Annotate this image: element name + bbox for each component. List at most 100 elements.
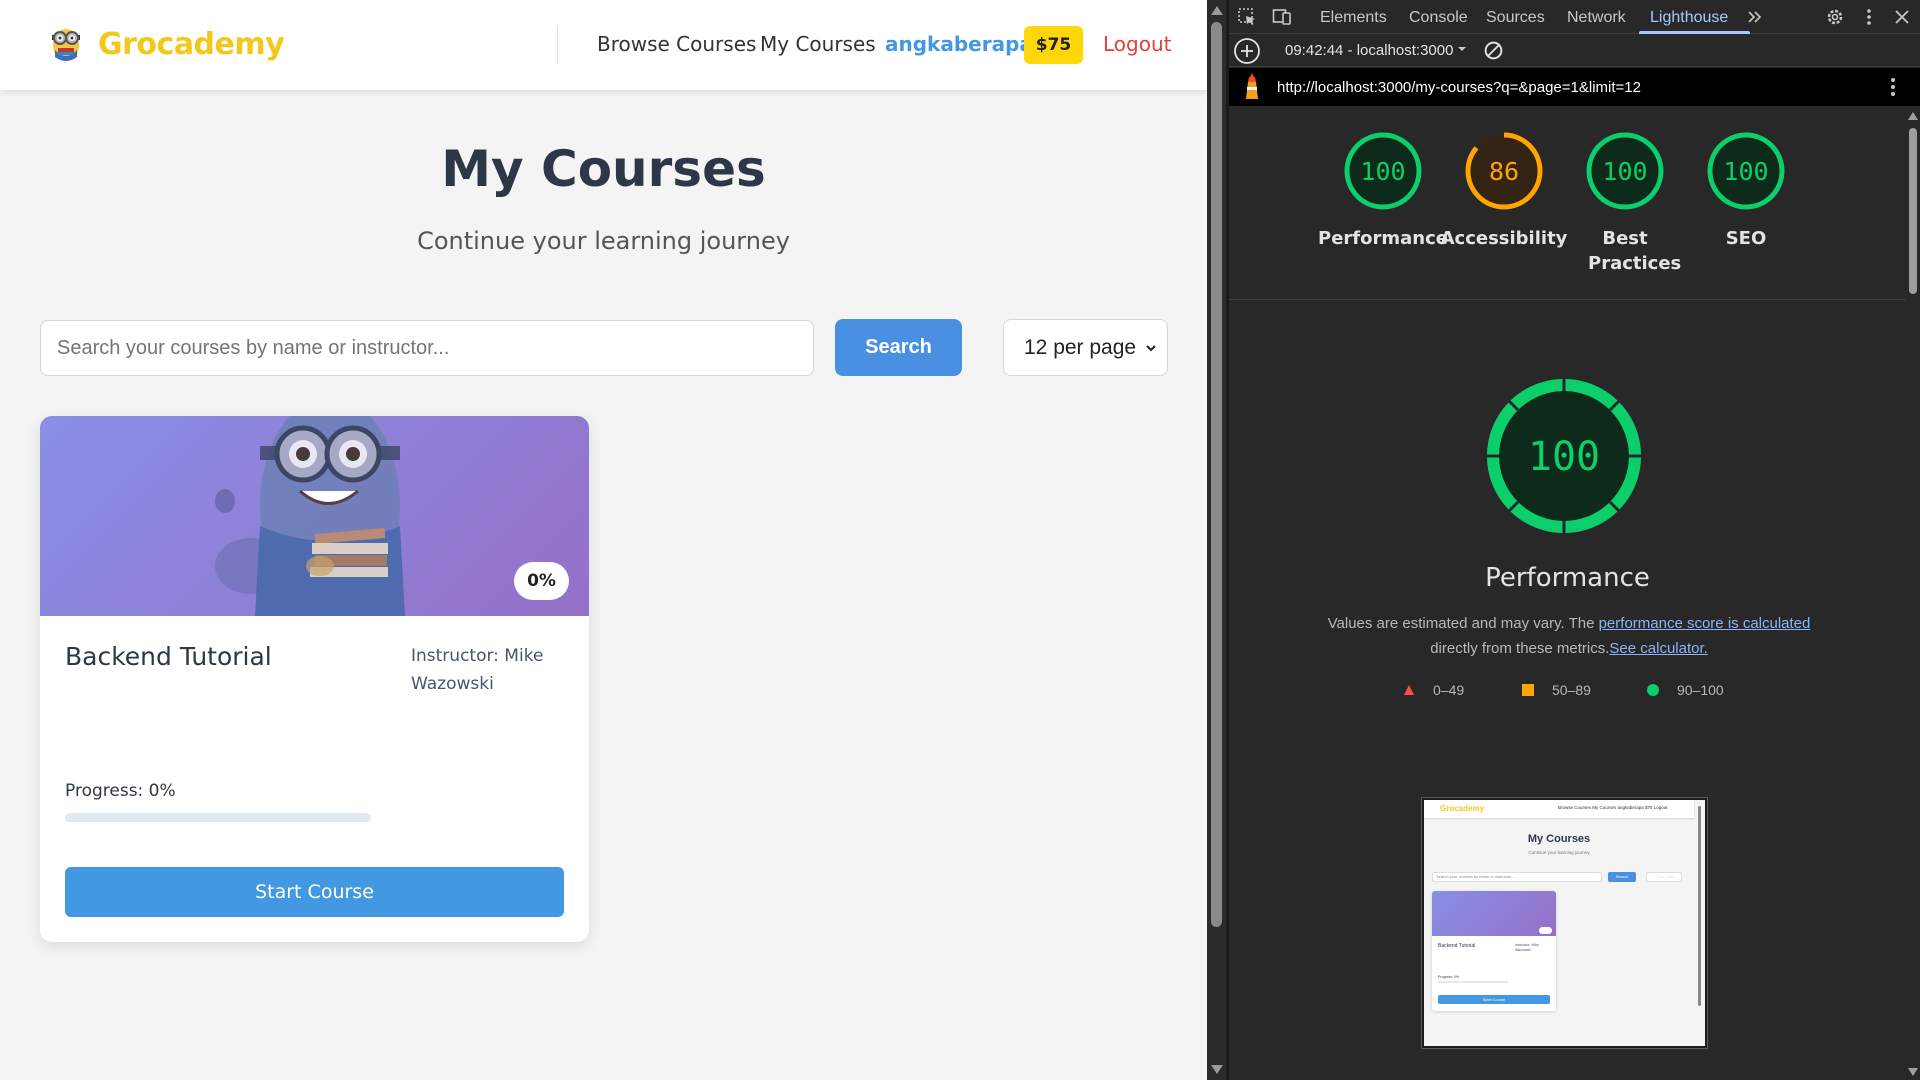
devtools-panel: Elements Console Sources Network Lightho… — [1229, 0, 1920, 1080]
progress-bar — [65, 813, 371, 822]
clear-reports-icon[interactable] — [1483, 40, 1504, 61]
legend-pass: 90–100 — [1647, 682, 1724, 698]
nav-browse-courses[interactable]: Browse Courses — [597, 32, 756, 56]
mini-subtitle: Continue your learning journey — [1528, 850, 1590, 855]
triangle-icon — [1404, 685, 1414, 695]
tab-console[interactable]: Console — [1409, 9, 1468, 27]
balance-badge: $75 — [1024, 26, 1083, 64]
mini-card-button: Start Course — [1438, 995, 1550, 1004]
perf-desc-text: Values are estimated and may vary. The — [1327, 615, 1599, 632]
brand[interactable]: Grocademy — [46, 24, 285, 64]
mini-card-title: Backend Tutorial — [1438, 943, 1476, 949]
nav-my-courses[interactable]: My Courses — [760, 32, 876, 56]
course-card[interactable]: 0% Backend Tutorial Instructor: Mike Waz… — [40, 416, 589, 942]
gauge-score: 100 — [1723, 157, 1768, 186]
dt-scroll-up-icon[interactable] — [1908, 112, 1918, 120]
gauge-score: 86 — [1489, 157, 1519, 186]
legend-pass-label: 90–100 — [1677, 682, 1724, 698]
brand-name: Grocademy — [98, 26, 285, 62]
big-score-text: 100 — [1528, 434, 1600, 480]
mini-per-page: 12 per page — [1646, 872, 1682, 882]
course-title: Backend Tutorial — [65, 642, 272, 671]
report-dropdown-chevron-icon[interactable] — [1456, 43, 1468, 55]
report-url: http://localhost:3000/my-courses?q=&page… — [1277, 79, 1641, 96]
square-icon — [1522, 684, 1534, 696]
lighthouse-toolbar: 09:42:44 - localhost:3000 — [1229, 34, 1920, 67]
scroll-up-arrow-icon[interactable] — [1211, 6, 1223, 15]
tab-elements[interactable]: Elements — [1320, 9, 1387, 27]
tab-network[interactable]: Network — [1567, 9, 1626, 27]
legend-fail-label: 0–49 — [1433, 682, 1465, 698]
mini-nav-links: Browse Courses My Courses angkaberapa $7… — [1558, 805, 1668, 810]
progress-text: Progress: 0% — [65, 781, 176, 801]
mini-card-instructor: Instructor: Mike Wazowski — [1515, 943, 1539, 952]
perf-score-link[interactable]: performance score is calculated — [1599, 615, 1811, 632]
legend-average: 50–89 — [1522, 682, 1591, 698]
per-page-select[interactable]: 12 per page — [1003, 319, 1168, 376]
scroll-down-arrow-icon[interactable] — [1211, 1065, 1223, 1074]
page-subtitle: Continue your learning journey — [417, 227, 790, 255]
mini-title: My Courses — [1527, 833, 1591, 845]
course-instructor: Instructor: Mike Wazowski — [411, 646, 544, 694]
kebab-menu-icon[interactable] — [1859, 7, 1879, 27]
search-button[interactable]: Search — [835, 319, 962, 376]
mini-badge — [1539, 927, 1552, 934]
perf-desc-text-2: directly from these metrics. — [1430, 640, 1610, 657]
mini-search-input: Search your courses by name or instructo… — [1432, 872, 1602, 882]
devtools-scrollbar[interactable] — [1906, 108, 1920, 1080]
url-menu-icon[interactable] — [1890, 77, 1896, 97]
gauge-accessibility[interactable]: 86 — [1462, 129, 1546, 213]
gauge-performance[interactable]: 100 — [1341, 129, 1425, 213]
nav-divider — [557, 26, 558, 64]
device-toolbar-icon[interactable] — [1272, 7, 1292, 27]
page-title: My Courses — [441, 140, 766, 198]
minion-logo-icon — [52, 29, 80, 61]
mini-progress-track — [1438, 981, 1508, 983]
legend-fail: 0–49 — [1403, 682, 1464, 698]
new-report-plus-icon[interactable] — [1233, 37, 1261, 65]
inspect-element-icon[interactable] — [1237, 7, 1257, 27]
scrollbar-thumb[interactable] — [1211, 22, 1222, 927]
per-page-value: 12 per page — [1024, 335, 1137, 359]
devtools-tabbar: Elements Console Sources Network Lightho… — [1229, 0, 1920, 34]
perf-category-title: Performance — [1485, 563, 1650, 593]
start-course-button[interactable]: Start Course — [65, 867, 564, 917]
mini-brand: Grocademy — [1440, 804, 1485, 813]
legend-average-label: 50–89 — [1552, 682, 1591, 698]
mini-search-button: Search — [1608, 872, 1636, 882]
mini-course-card: Backend Tutorial Instructor: Mike Wazows… — [1432, 891, 1556, 1011]
lighthouse-logo-icon — [1246, 73, 1258, 99]
more-tabs-icon[interactable] — [1745, 7, 1765, 27]
gear-icon[interactable] — [1825, 7, 1845, 27]
mini-scrollbar — [1698, 806, 1701, 1006]
performance-big-gauge: 100 — [1486, 378, 1642, 534]
gauge-label-seo: SEO — [1725, 228, 1767, 249]
navbar: Grocademy Browse Courses My Courses angk… — [0, 0, 1207, 90]
report-url-bar: http://localhost:3000/my-courses?q=&page… — [1229, 68, 1920, 106]
circle-icon — [1647, 684, 1659, 696]
report-selector[interactable]: 09:42:44 - localhost:3000 — [1285, 42, 1453, 59]
mini-navbar: Grocademy Browse Courses My Courses angk… — [1424, 800, 1694, 818]
gauge-label-best-practices: Best Practices — [1588, 228, 1682, 274]
score-divider — [1229, 299, 1906, 300]
page-screenshot-thumbnail[interactable]: Grocademy Browse Courses My Courses angk… — [1421, 797, 1708, 1049]
nav-username[interactable]: angkaberapa — [885, 32, 1033, 56]
mini-card-thumbnail — [1432, 891, 1556, 936]
logout-link[interactable]: Logout — [1103, 32, 1171, 56]
gauge-best-practices[interactable]: 100 — [1583, 129, 1667, 213]
app-viewport: Grocademy Browse Courses My Courses angk… — [0, 0, 1207, 1080]
gauge-seo[interactable]: 100 — [1704, 129, 1788, 213]
tab-lighthouse[interactable]: Lighthouse — [1650, 9, 1728, 27]
progress-badge: 0% — [514, 562, 569, 600]
course-thumbnail: 0% — [40, 416, 589, 616]
page-scrollbar[interactable] — [1207, 0, 1226, 1080]
dt-scroll-down-icon[interactable] — [1908, 1068, 1918, 1076]
mini-card-progress: Progress: 0% — [1438, 975, 1460, 979]
close-icon[interactable] — [1892, 7, 1912, 27]
gauge-score: 100 — [1602, 157, 1647, 186]
tab-sources[interactable]: Sources — [1486, 9, 1545, 27]
search-input[interactable] — [40, 320, 814, 376]
calculator-link[interactable]: See calculator. — [1609, 640, 1707, 657]
dt-scroll-thumb[interactable] — [1909, 128, 1917, 294]
gauge-label-accessibility: Accessibility — [1440, 228, 1568, 249]
